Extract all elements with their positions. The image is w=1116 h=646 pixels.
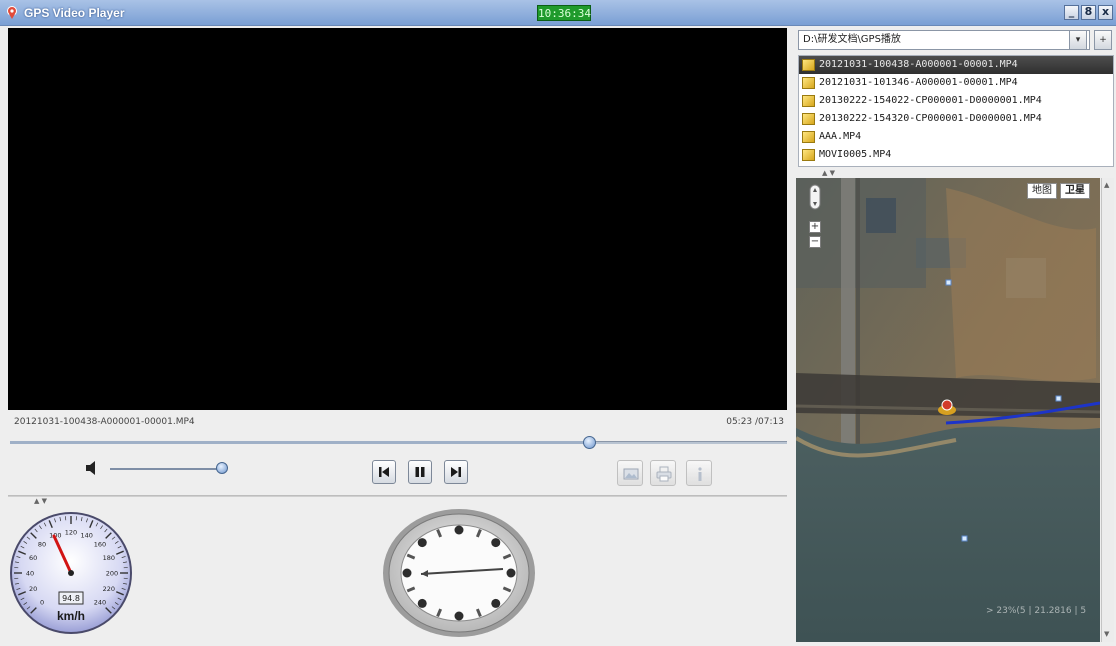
file-name: 20130222-154022-CP000001-D0000001.MP4 bbox=[819, 95, 1042, 106]
speed-readout: 94.8 bbox=[62, 594, 80, 603]
speed-tick-label: 140 bbox=[80, 532, 92, 540]
speed-tick-label: 220 bbox=[103, 585, 115, 593]
compass bbox=[383, 509, 535, 637]
panel-splitter[interactable] bbox=[8, 495, 787, 497]
info-button[interactable] bbox=[686, 460, 712, 486]
file-name: AAA.MP4 bbox=[819, 131, 862, 142]
map-scale-text: > 23%(5 | 21.2816 | 5 bbox=[986, 606, 1087, 616]
add-folder-button[interactable]: + bbox=[1094, 30, 1112, 50]
file-list-item[interactable]: 20121031-100438-A000001-00001.MP4 bbox=[799, 56, 1113, 74]
map-scrollbar[interactable] bbox=[1101, 178, 1114, 642]
file-name: 20130222-154320-CP000001-D0000001.MP4 bbox=[819, 113, 1042, 124]
compass-dot bbox=[491, 598, 501, 608]
file-name: MOVI0005.MP4 bbox=[819, 149, 892, 160]
clock-display: 10:36:34 bbox=[537, 5, 591, 21]
map-type-satellite-button[interactable]: 卫星 bbox=[1060, 183, 1090, 199]
compass-dot bbox=[506, 568, 516, 578]
file-list-item[interactable]: 20130222-154022-CP000001-D0000001.MP4 bbox=[799, 92, 1113, 110]
speed-tick-label: 160 bbox=[94, 541, 106, 549]
image-icon bbox=[623, 468, 639, 480]
file-list-item[interactable]: 20130222-154320-CP000001-D0000001.MP4 bbox=[799, 110, 1113, 128]
video-file-icon bbox=[802, 113, 815, 125]
file-list-item[interactable]: AAA.MP4 bbox=[799, 128, 1113, 146]
volume-slider[interactable] bbox=[110, 462, 228, 474]
speaker-icon[interactable] bbox=[84, 459, 102, 477]
folder-path-select[interactable]: D:\研发文档\GPS播放 bbox=[798, 30, 1090, 50]
minimize-button[interactable]: _ bbox=[1064, 5, 1079, 20]
speed-tick-label: 120 bbox=[65, 529, 77, 537]
pan-control-icon[interactable] bbox=[809, 184, 821, 210]
location-pin-icon bbox=[7, 6, 17, 19]
compass-dot bbox=[454, 611, 464, 621]
speedometer: 020406080100120140160180200220240 94.8 k… bbox=[10, 512, 132, 634]
speed-unit: km/h bbox=[57, 609, 85, 623]
printer-icon bbox=[656, 466, 672, 482]
scroll-up-icon[interactable]: ▲ bbox=[1104, 181, 1109, 189]
seek-bar[interactable] bbox=[10, 436, 787, 449]
info-icon bbox=[698, 467, 702, 481]
compass-dot bbox=[402, 568, 412, 578]
compass-dot bbox=[417, 598, 427, 608]
file-name: 20121031-101346-A000001-00001.MP4 bbox=[819, 77, 1018, 88]
maximize-button[interactable]: 8 bbox=[1081, 5, 1096, 20]
video-file-icon bbox=[802, 131, 815, 143]
title-bar[interactable]: GPS Video Player 10:36:34 _ 8 x bbox=[0, 0, 1116, 26]
window-title: GPS Video Player bbox=[24, 6, 125, 20]
playback-time: 05:23 /07:13 bbox=[726, 417, 784, 427]
snapshot-button[interactable] bbox=[617, 460, 643, 486]
seek-progress bbox=[10, 441, 590, 444]
next-button[interactable] bbox=[444, 460, 468, 484]
print-button[interactable] bbox=[650, 460, 676, 486]
speed-tick-label: 20 bbox=[29, 585, 37, 593]
pause-button[interactable] bbox=[408, 460, 432, 484]
file-list-item[interactable]: 20121031-101346-A000001-00001.MP4 bbox=[799, 74, 1113, 92]
pause-icon bbox=[415, 467, 425, 477]
video-file-icon bbox=[802, 95, 815, 107]
skip-forward-icon bbox=[451, 467, 461, 477]
current-file-label: 20121031-100438-A000001-00001.MP4 bbox=[14, 417, 195, 427]
map-imagery bbox=[796, 178, 1100, 642]
previous-button[interactable] bbox=[372, 460, 396, 484]
map-collapse-grip-icon[interactable]: ▲ ▼ bbox=[822, 169, 835, 177]
satellite-map[interactable] bbox=[796, 178, 1100, 642]
volume-handle[interactable] bbox=[216, 462, 228, 474]
close-button[interactable]: x bbox=[1098, 5, 1113, 20]
file-list[interactable]: 20121031-100438-A000001-00001.MP4 2012103… bbox=[798, 55, 1114, 167]
video-display[interactable] bbox=[8, 28, 787, 410]
video-file-icon bbox=[802, 59, 815, 71]
folder-dropdown-button[interactable]: ▾ bbox=[1069, 30, 1087, 50]
speed-tick-label: 80 bbox=[38, 541, 46, 549]
compass-dot bbox=[491, 538, 501, 548]
collapse-grip-icon[interactable]: ▲ ▼ bbox=[34, 497, 47, 505]
compass-dot bbox=[417, 538, 427, 548]
video-file-icon bbox=[802, 149, 815, 161]
file-name: 20121031-100438-A000001-00001.MP4 bbox=[819, 59, 1018, 70]
speed-tick-label: 200 bbox=[106, 570, 118, 578]
speed-tick-label: 240 bbox=[94, 598, 106, 606]
speed-tick-label: 60 bbox=[29, 554, 37, 562]
scroll-down-icon[interactable]: ▼ bbox=[1104, 630, 1109, 638]
gps-video-player-window: GPS Video Player 10:36:34 _ 8 x 20121031… bbox=[0, 0, 1116, 646]
video-file-icon bbox=[802, 77, 815, 89]
speed-tick-label: 0 bbox=[40, 598, 44, 606]
zoom-out-button[interactable]: − bbox=[809, 236, 821, 248]
speed-tick-label: 40 bbox=[26, 570, 34, 578]
compass-dot bbox=[454, 525, 464, 535]
map-type-map-button[interactable]: 地图 bbox=[1027, 183, 1057, 199]
speed-tick-label: 180 bbox=[103, 554, 115, 562]
seek-handle[interactable] bbox=[583, 436, 596, 449]
skip-back-icon bbox=[379, 467, 389, 477]
file-list-item[interactable]: MOVI0005.MP4 bbox=[799, 146, 1113, 164]
zoom-in-button[interactable]: + bbox=[809, 221, 821, 233]
